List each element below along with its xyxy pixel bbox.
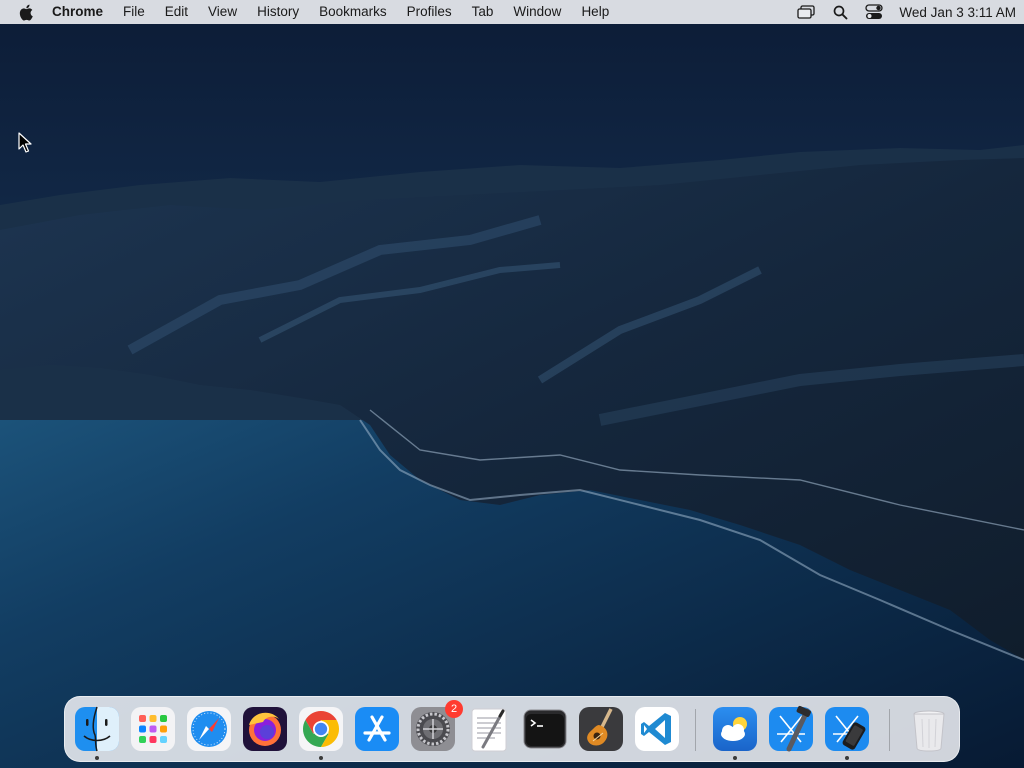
menu-bookmarks[interactable]: Bookmarks	[319, 0, 387, 24]
firefox-icon	[243, 707, 287, 751]
mouse-cursor-icon	[18, 132, 32, 153]
dock-separator	[695, 709, 696, 751]
menu-file[interactable]: File	[123, 0, 145, 24]
weather-icon	[713, 707, 757, 751]
control-center-icon[interactable]	[863, 0, 885, 24]
running-indicator	[95, 756, 99, 760]
dock-item-firefox[interactable]	[241, 705, 289, 753]
spotlight-search-icon[interactable]	[829, 0, 851, 24]
finder-icon	[75, 706, 119, 752]
menu-app-name[interactable]: Chrome	[52, 0, 103, 24]
apple-menu-icon[interactable]	[16, 0, 36, 24]
dock-item-finder[interactable]	[73, 705, 121, 760]
safari-icon	[187, 707, 231, 751]
vscode-icon	[635, 707, 679, 751]
dock-item-weather[interactable]	[711, 705, 759, 760]
dock-item-launchpad[interactable]	[129, 705, 177, 753]
garageband-icon	[579, 707, 623, 751]
running-indicator	[319, 756, 323, 760]
menu-window[interactable]: Window	[513, 0, 561, 24]
trash-icon	[913, 710, 945, 752]
dock-separator	[889, 709, 890, 751]
chrome-icon	[299, 707, 343, 751]
menu-profiles[interactable]: Profiles	[407, 0, 452, 24]
app-store-icon	[355, 707, 399, 751]
menu-bar: Chrome File Edit View History Bookmarks …	[0, 0, 1024, 24]
xcode-icon	[769, 705, 813, 752]
terminal-icon	[523, 709, 567, 749]
menu-tab[interactable]: Tab	[472, 0, 494, 24]
screen-mirroring-icon[interactable]	[795, 0, 817, 24]
running-indicator	[845, 756, 849, 760]
dock-item-vscode[interactable]	[633, 705, 681, 753]
dock-item-textedit[interactable]	[465, 705, 513, 753]
desktop-wallpaper	[0, 0, 1024, 768]
menu-help[interactable]: Help	[581, 0, 609, 24]
menu-edit[interactable]: Edit	[165, 0, 188, 24]
textedit-icon	[471, 708, 507, 752]
dock-item-system-settings[interactable]: 2	[409, 700, 463, 753]
menu-view[interactable]: View	[208, 0, 237, 24]
dock-item-chrome[interactable]	[297, 705, 345, 760]
running-indicator	[733, 756, 737, 760]
notification-badge: 2	[445, 700, 463, 718]
dock-item-safari[interactable]	[185, 705, 233, 753]
dock-item-terminal[interactable]	[521, 705, 569, 753]
menu-history[interactable]: History	[257, 0, 299, 24]
dock-item-simulator[interactable]	[823, 705, 871, 760]
dock-item-xcode[interactable]	[767, 705, 815, 753]
simulator-icon	[825, 707, 869, 751]
dock-item-app-store[interactable]	[353, 705, 401, 753]
dock: 2	[64, 696, 960, 762]
dock-item-trash[interactable]	[905, 705, 953, 753]
launchpad-icon	[131, 707, 175, 751]
menu-bar-clock[interactable]: Wed Jan 3 3:11 AM	[899, 5, 1016, 20]
dock-item-garageband[interactable]	[577, 705, 625, 753]
